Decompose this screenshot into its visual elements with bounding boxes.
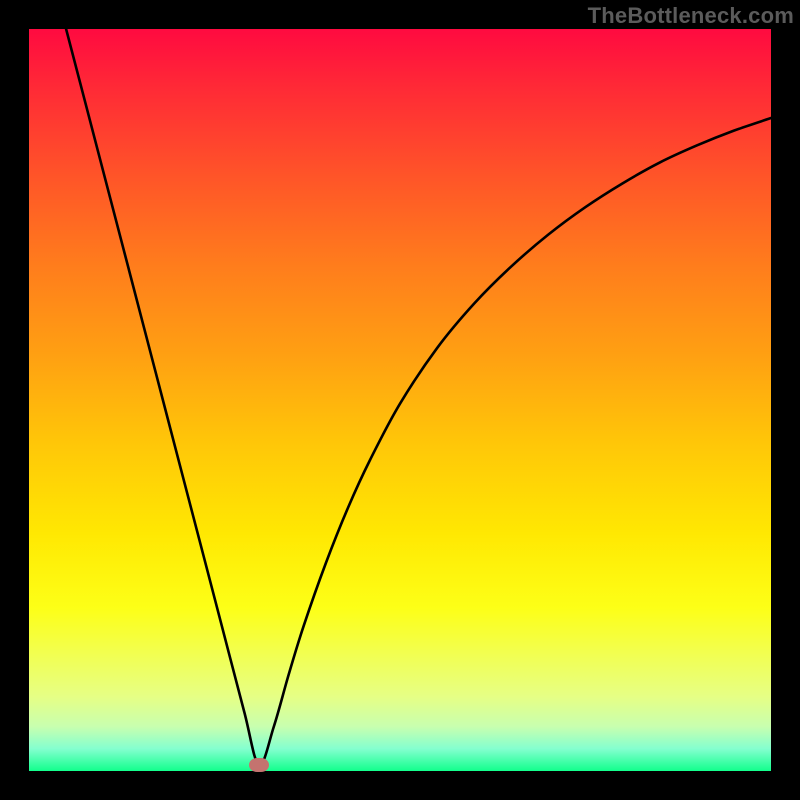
watermark-text: TheBottleneck.com xyxy=(588,3,794,29)
chart-stage: TheBottleneck.com xyxy=(0,0,800,800)
optimal-point-marker xyxy=(249,758,269,772)
bottleneck-curve xyxy=(29,29,771,771)
plot-area xyxy=(29,29,771,771)
